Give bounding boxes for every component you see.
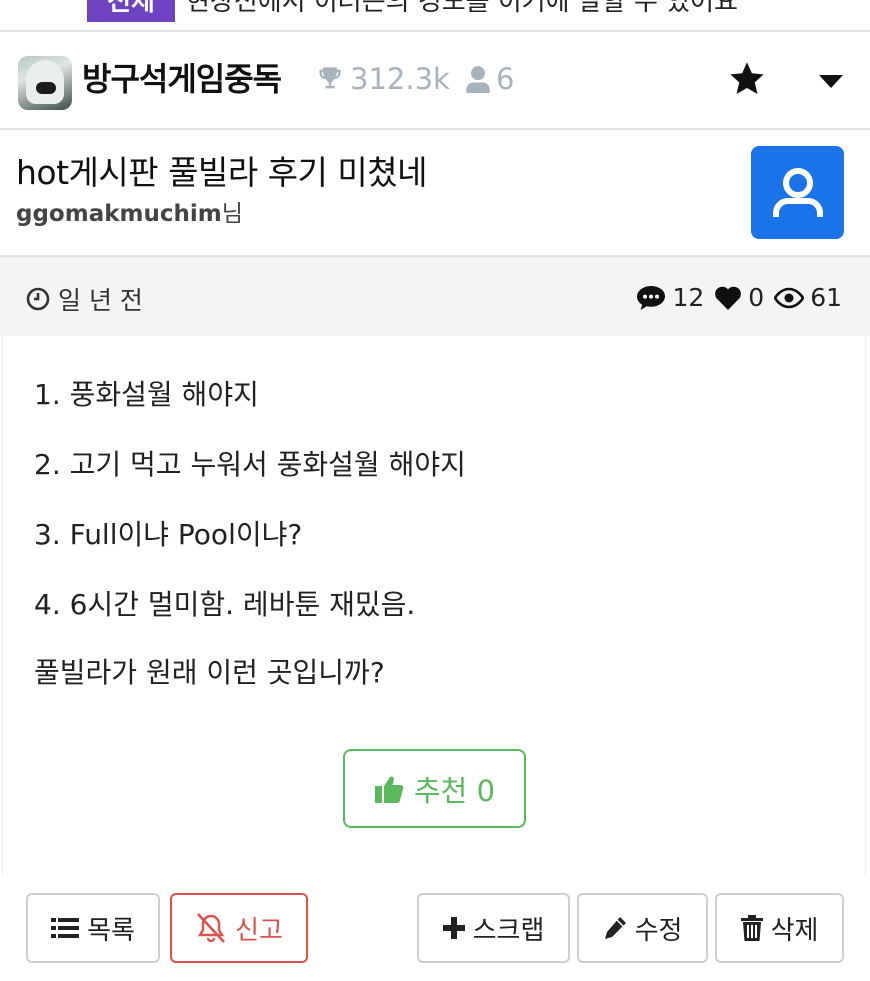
like-count[interactable]: 0 [714,283,764,312]
delete-button-label: 삭제 [770,915,819,946]
scrap-button[interactable]: 스크랩 [417,893,570,963]
trash-icon [740,915,763,941]
comment-count-text: 12 [672,283,705,312]
comment-count[interactable]: 12 [636,283,704,312]
view-count-text: 61 [810,283,842,312]
board-avatar[interactable] [18,56,72,110]
notice-bar[interactable]: 전체 현장전에서 이러는의 경도를 이거에 말할 수 있어요 [0,0,870,30]
edit-button-label: 수정 [634,915,683,946]
report-button[interactable]: 신고 [170,893,308,963]
post-author[interactable]: ggomakmuchim님 [16,194,243,228]
trophy-count: 312.3k [350,62,450,96]
comment-icon [637,285,666,310]
scrap-button-label: 스크랩 [472,915,545,946]
plus-icon [442,917,465,939]
bottom-toolbar: 목록 신고 스크랩 수정 삭제 [0,876,870,981]
bell-slash-icon [197,913,226,943]
divider [0,128,870,130]
pencil-icon [604,917,626,939]
post-counts: 12 0 61 [626,283,842,312]
post-time-text: 일 년 전 [58,286,143,315]
report-button-label: 신고 [235,915,283,946]
post-meta-bar: 일 년 전 12 0 61 [0,257,870,336]
heart-icon [715,286,742,310]
list-icon [51,918,80,938]
list-button[interactable]: 목록 [26,893,160,963]
post-time: 일 년 전 [26,281,143,317]
star-icon[interactable] [728,60,766,98]
post-body-line: 풀빌라가 원래 이런 곳입니까? [34,656,385,689]
board-trophy-stat: 312.3k [316,62,450,96]
like-count-text: 0 [748,283,765,312]
post-body-line: 2. 고기 먹고 누워서 풍화설월 해야지 [34,448,466,481]
member-count: 6 [496,62,515,96]
recommend-label: 추천 0 [413,773,496,808]
edit-button[interactable]: 수정 [577,893,708,963]
author-profile-button[interactable] [751,146,844,239]
list-button-label: 목록 [87,915,135,946]
post-body-line: 3. Full이냐 Pool이냐? [34,518,303,551]
recommend-button[interactable]: 추천 0 [343,749,526,828]
board-member-stat: 6 [466,62,514,96]
trophy-icon [319,67,341,89]
caret-down-icon[interactable] [818,74,844,90]
user-icon [466,66,490,93]
user-outline-icon [772,167,823,217]
author-name[interactable]: ggomakmuchim [16,201,222,227]
board-name[interactable]: 방구석게임중독 [82,54,282,100]
post-title: hot게시판 풀빌라 후기 미쳤네 [16,153,427,192]
clock-icon [26,287,50,311]
view-count: 61 [774,283,842,312]
post-body-line: 1. 풍화설월 해야지 [34,378,259,411]
notice-badge: 전체 [87,0,175,22]
notice-text[interactable]: 현장전에서 이러는의 경도를 이거에 말할 수 있어요 [186,0,738,22]
board-header: 방구석게임중독 312.3k 6 [0,32,870,128]
delete-button[interactable]: 삭제 [715,893,844,963]
eye-icon [774,287,805,308]
post-body-line: 4. 6시간 멀미함. 레바툰 재밌음. [34,588,416,621]
thumbs-up-icon [374,776,404,803]
author-suffix: 님 [221,201,243,227]
